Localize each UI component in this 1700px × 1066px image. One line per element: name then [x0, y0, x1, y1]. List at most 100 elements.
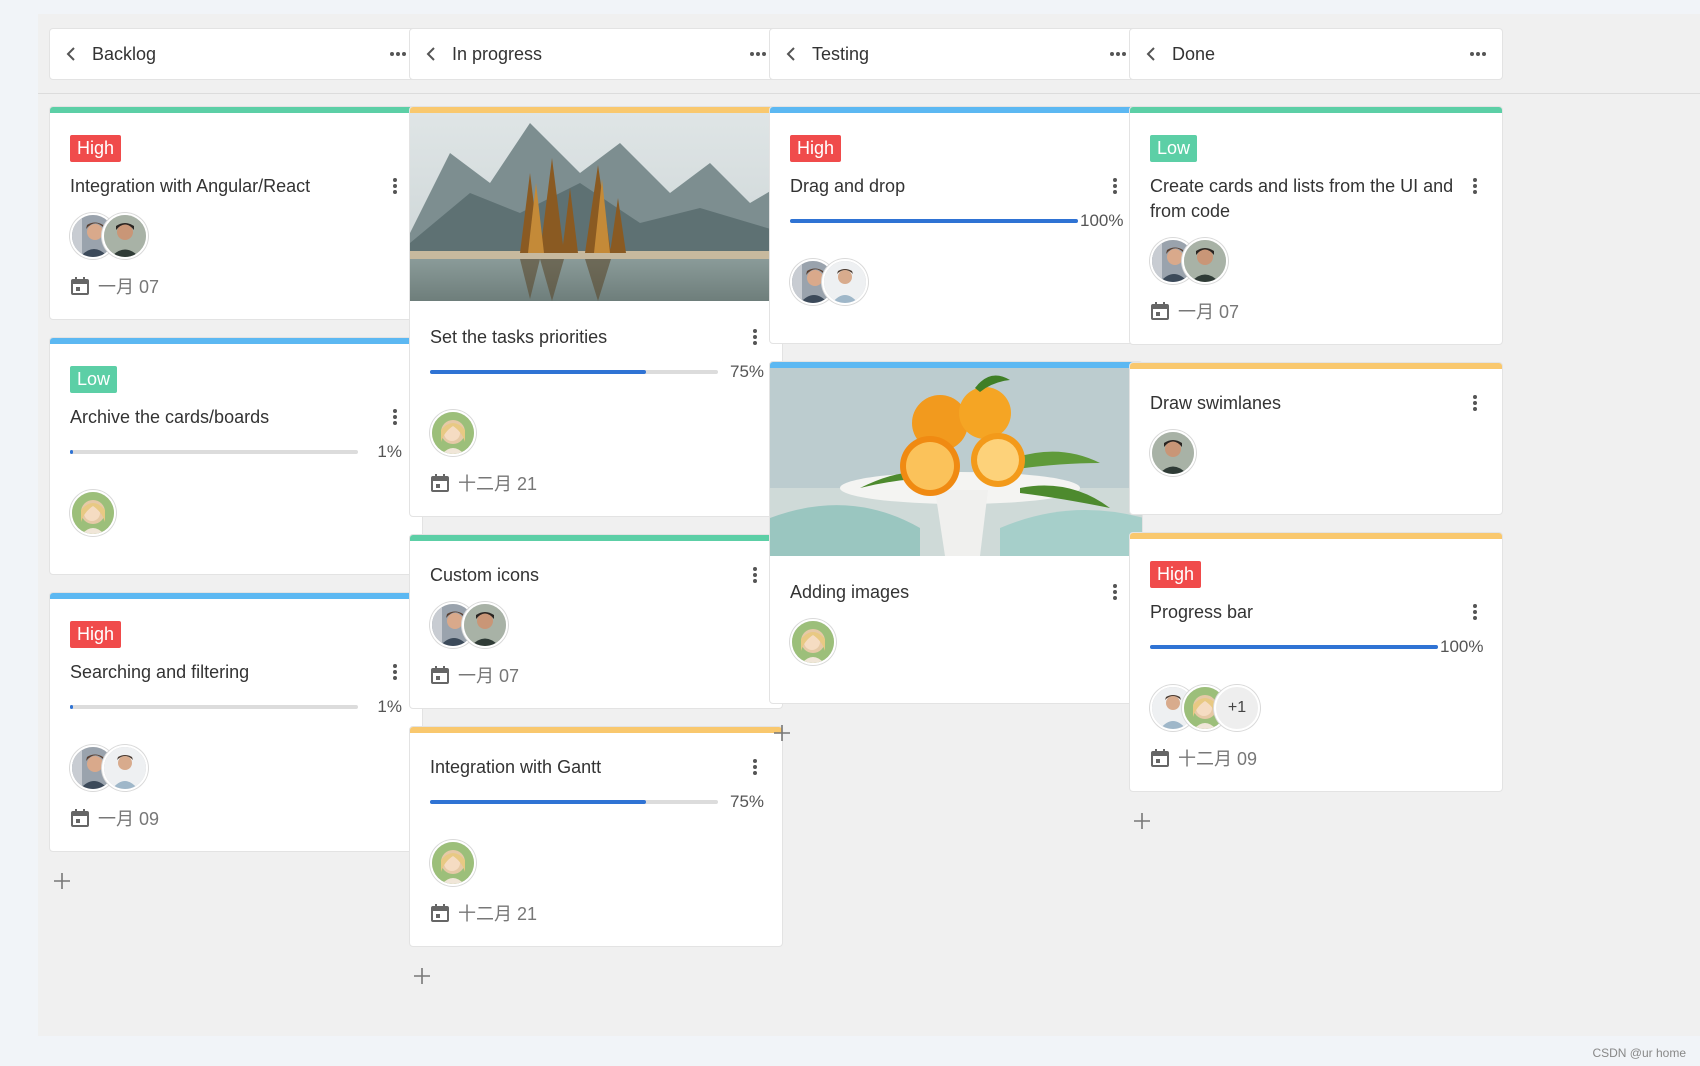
column-backlog: Backlog High Integration with Angular/Reac… [49, 28, 423, 893]
due-date-text: 一月 07 [1178, 302, 1240, 322]
progress-bar: 100% [1150, 637, 1484, 657]
card-list: Set the tasks priorities 75% 十二月 21 Custom … [409, 106, 783, 988]
due-date: 一月 07 [1150, 298, 1482, 324]
chevron-left-icon[interactable] [66, 47, 80, 61]
more-options-icon[interactable] [1108, 47, 1128, 61]
assignee-avatars [430, 840, 762, 886]
task-card[interactable]: Integration with Gantt 75% 十二月 21 [409, 726, 783, 947]
card-title-row: Set the tasks priorities [430, 325, 762, 350]
calendar-icon [1150, 748, 1170, 768]
avatar[interactable] [1182, 238, 1228, 284]
task-card[interactable]: Draw swimlanes [1129, 362, 1503, 515]
task-card[interactable]: High Progress bar 100% +1 十二月 09 [1129, 532, 1503, 792]
card-menu-icon[interactable] [1108, 580, 1122, 604]
priority-badge: Low [1150, 135, 1198, 162]
calendar-icon [430, 903, 450, 923]
due-date-text: 十二月 21 [458, 904, 538, 924]
card-menu-icon[interactable] [748, 563, 762, 587]
task-card[interactable]: High Drag and drop 100% [769, 106, 1143, 344]
card-title: Adding images [790, 582, 910, 602]
add-card-button[interactable] [409, 964, 437, 988]
progress-track [430, 800, 718, 804]
column-title: In progress [452, 43, 543, 64]
task-card[interactable]: High Searching and filtering 1% 一月 09 [49, 592, 423, 852]
column-title: Testing [812, 43, 870, 64]
priority-badge: High [70, 621, 122, 648]
due-date-text: 一月 07 [98, 277, 160, 297]
due-date-text: 十二月 09 [1178, 749, 1258, 769]
card-menu-icon[interactable] [1468, 600, 1482, 624]
avatar[interactable] [102, 745, 148, 791]
card-title-row: Custom icons [430, 563, 762, 588]
avatar[interactable] [430, 410, 476, 456]
chevron-left-icon[interactable] [426, 47, 440, 61]
task-card[interactable]: Set the tasks priorities 75% 十二月 21 [409, 106, 783, 517]
chevron-left-icon[interactable] [1146, 47, 1160, 61]
card-title: Searching and filtering [70, 662, 250, 682]
add-card-button[interactable] [769, 721, 797, 745]
task-card[interactable]: Custom icons 一月 07 [409, 534, 783, 709]
avatar[interactable] [1150, 430, 1196, 476]
card-title-row: Adding images [790, 580, 1122, 605]
avatar[interactable] [102, 213, 148, 259]
avatar[interactable] [70, 490, 116, 536]
due-date-text: 一月 07 [458, 666, 520, 686]
card-menu-icon[interactable] [388, 660, 402, 684]
task-card[interactable]: Low Archive the cards/boards 1% [49, 337, 423, 575]
card-title: Integration with Gantt [430, 757, 602, 777]
progress-fill [430, 800, 646, 804]
column-header: Backlog [49, 28, 423, 80]
card-menu-icon[interactable] [748, 325, 762, 349]
more-options-icon[interactable] [748, 47, 768, 61]
task-card[interactable]: High Integration with Angular/React 一月 07 [49, 106, 423, 320]
progress-bar: 75% [430, 362, 764, 382]
progress-label: 1% [377, 442, 402, 461]
avatar[interactable] [462, 602, 508, 648]
chevron-left-icon[interactable] [786, 47, 800, 61]
priority-badge: High [790, 135, 842, 162]
card-title: Create cards and lists from the UI and f… [1150, 176, 1454, 221]
more-options-icon[interactable] [1468, 47, 1488, 61]
avatar[interactable] [790, 619, 836, 665]
progress-bar: 1% [70, 697, 402, 717]
progress-fill [1150, 645, 1438, 649]
more-assignees-badge[interactable]: +1 [1214, 685, 1260, 731]
avatar[interactable] [822, 259, 868, 305]
more-options-icon[interactable] [388, 47, 408, 61]
progress-fill [70, 705, 73, 709]
oranges-image [770, 368, 1142, 556]
kanban-board: Backlog High Integration with Angular/Reac… [38, 14, 1700, 1036]
task-card[interactable]: Low Create cards and lists from the UI an… [1129, 106, 1503, 345]
card-title-row: Searching and filtering [70, 660, 402, 685]
progress-label: 100% [1440, 637, 1484, 656]
card-list: Low Create cards and lists from the UI an… [1129, 106, 1503, 833]
column-done: Done Low Create cards and lists from the U… [1129, 28, 1503, 833]
card-title: Integration with Angular/React [70, 176, 311, 196]
assignee-avatars [1150, 430, 1482, 476]
card-menu-icon[interactable] [1468, 174, 1482, 198]
card-menu-icon[interactable] [1108, 174, 1122, 198]
column-header: Done [1129, 28, 1503, 80]
card-title-row: Progress bar [1150, 600, 1482, 625]
add-card-button[interactable] [49, 869, 77, 893]
task-card[interactable]: Adding images [769, 361, 1143, 704]
due-date-text: 一月 09 [98, 809, 160, 829]
add-card-button[interactable] [1129, 809, 1157, 833]
card-list: High Drag and drop 100% Adding images [769, 106, 1143, 745]
card-menu-icon[interactable] [388, 174, 402, 198]
assignee-avatars [1150, 238, 1482, 284]
watermark: CSDN @ur home [1592, 1046, 1686, 1060]
progress-label: 75% [730, 792, 765, 811]
column-title: Done [1172, 43, 1216, 64]
due-date: 十二月 21 [430, 900, 762, 926]
progress-label: 1% [377, 697, 402, 716]
card-menu-icon[interactable] [1468, 391, 1482, 415]
card-title: Set the tasks priorities [430, 327, 608, 347]
card-menu-icon[interactable] [748, 755, 762, 779]
priority-badge: High [1150, 561, 1202, 588]
card-menu-icon[interactable] [388, 405, 402, 429]
card-body: Set the tasks priorities 75% 十二月 21 [410, 301, 782, 516]
card-body: Integration with Gantt 75% 十二月 21 [410, 733, 782, 946]
avatar[interactable] [430, 840, 476, 886]
mountain-lake-image [410, 113, 782, 301]
